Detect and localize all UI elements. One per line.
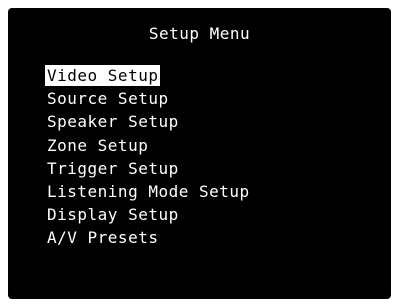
setup-menu-list: Video Setup Source Setup Speaker Setup Z…	[45, 64, 252, 250]
menu-item-label: Listening Mode Setup	[47, 181, 250, 201]
menu-item-label: A/V Presets	[47, 228, 159, 248]
menu-item-label: Display Setup	[47, 205, 179, 225]
menu-title: Setup Menu	[148, 24, 251, 43]
menu-item-zone-setup[interactable]: Zone Setup	[45, 134, 252, 157]
menu-item-trigger-setup[interactable]: Trigger Setup	[45, 157, 252, 180]
menu-item-video-setup[interactable]: Video Setup	[45, 64, 252, 87]
menu-item-label: Trigger Setup	[47, 158, 179, 178]
menu-item-label: Speaker Setup	[47, 112, 179, 132]
menu-item-display-setup[interactable]: Display Setup	[45, 203, 252, 226]
menu-item-label: Source Setup	[47, 89, 169, 109]
menu-item-label: Video Setup	[45, 65, 161, 86]
menu-item-listening-mode-setup[interactable]: Listening Mode Setup	[45, 180, 252, 203]
menu-item-source-setup[interactable]: Source Setup	[45, 87, 252, 110]
menu-item-speaker-setup[interactable]: Speaker Setup	[45, 110, 252, 133]
menu-item-av-presets[interactable]: A/V Presets	[45, 226, 252, 249]
menu-item-label: Zone Setup	[47, 135, 149, 155]
setup-menu-screen: Setup Menu Video Setup Source Setup Spea…	[8, 8, 391, 299]
